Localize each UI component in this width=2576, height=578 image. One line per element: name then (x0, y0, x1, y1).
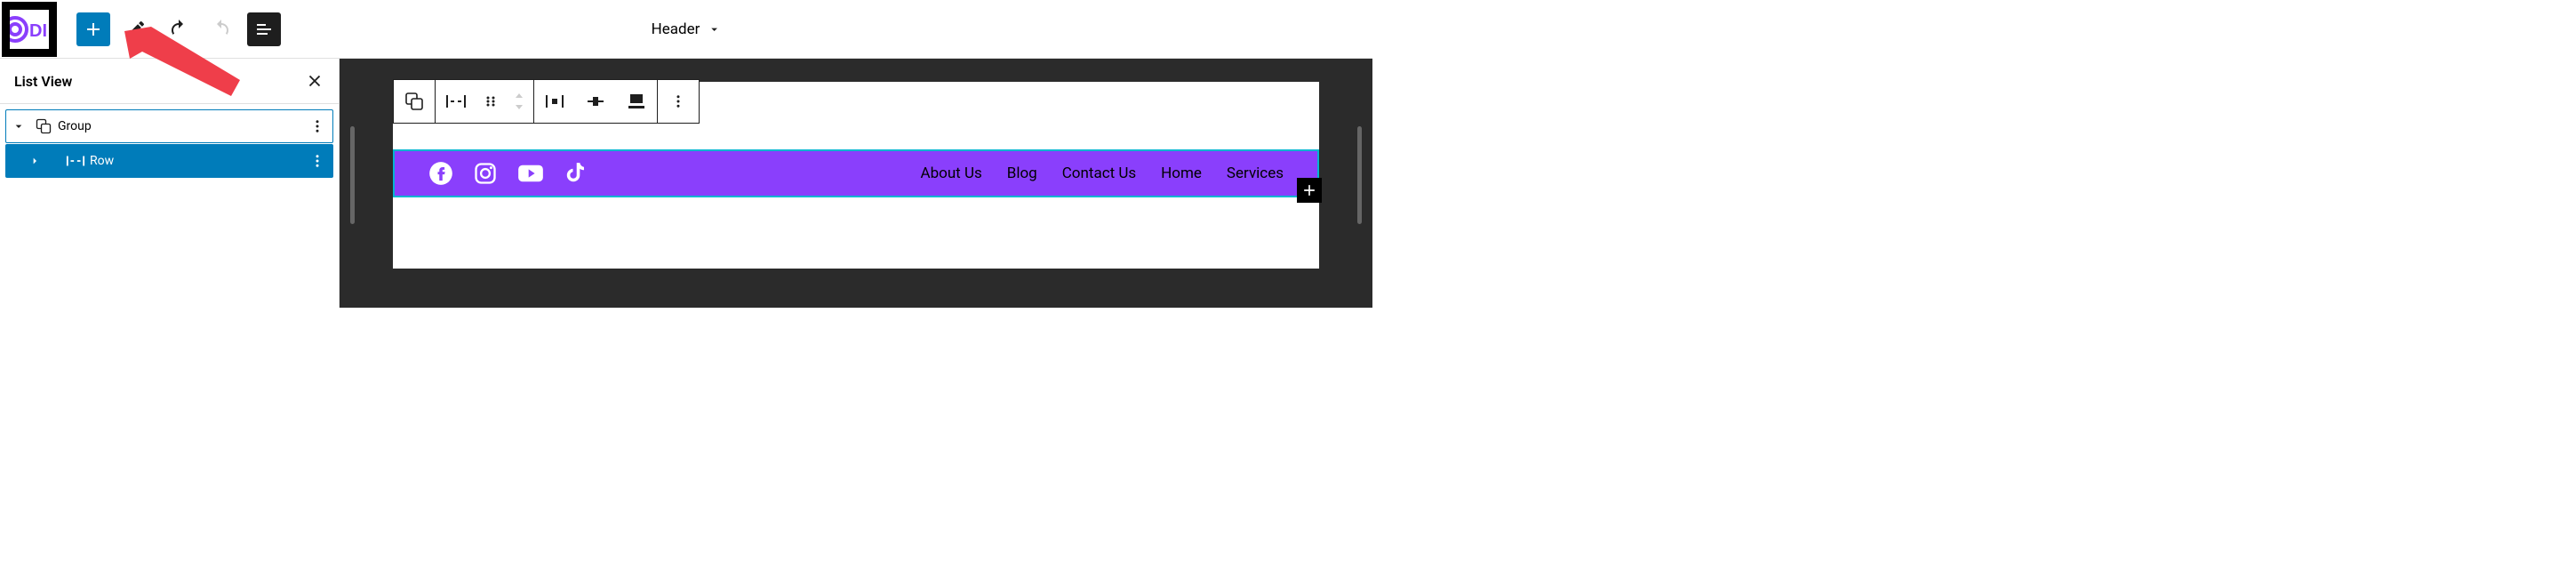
group-icon (404, 91, 425, 112)
row-icon (445, 92, 467, 110)
list-view-header: List View (0, 59, 339, 104)
row-layout-button[interactable] (436, 80, 476, 123)
editor-topbar: DI Header (0, 0, 1372, 59)
tiktok-icon[interactable] (564, 160, 587, 187)
drag-handle[interactable] (476, 80, 505, 123)
more-vertical-icon (309, 153, 325, 169)
undo-button[interactable] (162, 12, 196, 46)
more-vertical-icon (309, 118, 325, 134)
chevron-down-icon (12, 119, 26, 133)
document-title-dropdown[interactable]: Header (652, 20, 722, 38)
redo-button[interactable] (204, 12, 238, 46)
tree-item-label: Group (56, 119, 302, 133)
editor-main: List View Group (0, 59, 1372, 308)
tree-toggle[interactable] (22, 154, 47, 168)
nav-link[interactable]: Blog (1007, 165, 1037, 182)
tree-item-row[interactable]: Row (5, 144, 333, 178)
plus-icon (1300, 181, 1318, 199)
list-view-button[interactable] (247, 12, 281, 46)
chevron-right-icon (28, 154, 42, 168)
block-tree: Group Row (0, 104, 339, 183)
svg-text:DI: DI (29, 21, 47, 41)
site-logo: DI (10, 10, 49, 49)
list-view-title: List View (14, 73, 72, 90)
document-title: Header (652, 20, 700, 38)
nav-link[interactable]: Home (1161, 165, 1202, 182)
move-updown-button[interactable] (505, 80, 533, 123)
row-icon (63, 153, 88, 169)
nav-link[interactable]: Contact Us (1062, 165, 1136, 182)
tree-toggle[interactable] (6, 119, 31, 133)
tree-item-options[interactable] (302, 118, 332, 134)
close-icon (305, 71, 324, 91)
align-icon (627, 92, 646, 110)
add-block-after-button[interactable] (1297, 178, 1322, 203)
tree-item-options[interactable] (302, 153, 332, 169)
tree-item-group[interactable]: Group (5, 109, 333, 143)
list-view-panel: List View Group (0, 59, 340, 308)
align-button[interactable] (616, 80, 657, 123)
align-vertical-button[interactable] (575, 80, 616, 123)
chevron-down-icon (707, 22, 721, 36)
block-type-button[interactable] (394, 80, 435, 123)
more-vertical-icon (670, 93, 686, 109)
header-nav: About Us Blog Contact Us Home Services (920, 165, 1284, 182)
nav-link[interactable]: About Us (920, 165, 981, 182)
facebook-icon[interactable] (428, 161, 453, 186)
youtube-icon[interactable] (517, 161, 544, 186)
site-logo-button[interactable]: DI (2, 2, 57, 57)
block-options-button[interactable] (658, 80, 699, 123)
block-toolbar (393, 79, 700, 124)
add-block-button[interactable] (76, 12, 110, 46)
scroll-handle[interactable] (350, 126, 355, 224)
social-icons (428, 160, 587, 187)
editor-canvas[interactable]: About Us Blog Contact Us Home Services (340, 59, 1372, 308)
justify-button[interactable] (534, 80, 575, 123)
edit-tool-button[interactable] (119, 12, 153, 46)
justify-icon (544, 92, 565, 110)
page-preview: About Us Blog Contact Us Home Services (393, 82, 1319, 269)
move-vertical-icon (513, 92, 525, 111)
close-list-view-button[interactable] (305, 71, 324, 91)
scroll-handle[interactable] (1357, 126, 1362, 224)
drag-icon (484, 94, 498, 108)
align-vertical-icon (585, 92, 606, 110)
header-row-block[interactable]: About Us Blog Contact Us Home Services (393, 149, 1319, 197)
tree-item-label: Row (88, 154, 302, 168)
toolbar-buttons (76, 12, 281, 46)
nav-link[interactable]: Services (1227, 165, 1284, 182)
group-icon (31, 117, 56, 135)
instagram-icon[interactable] (473, 161, 498, 186)
